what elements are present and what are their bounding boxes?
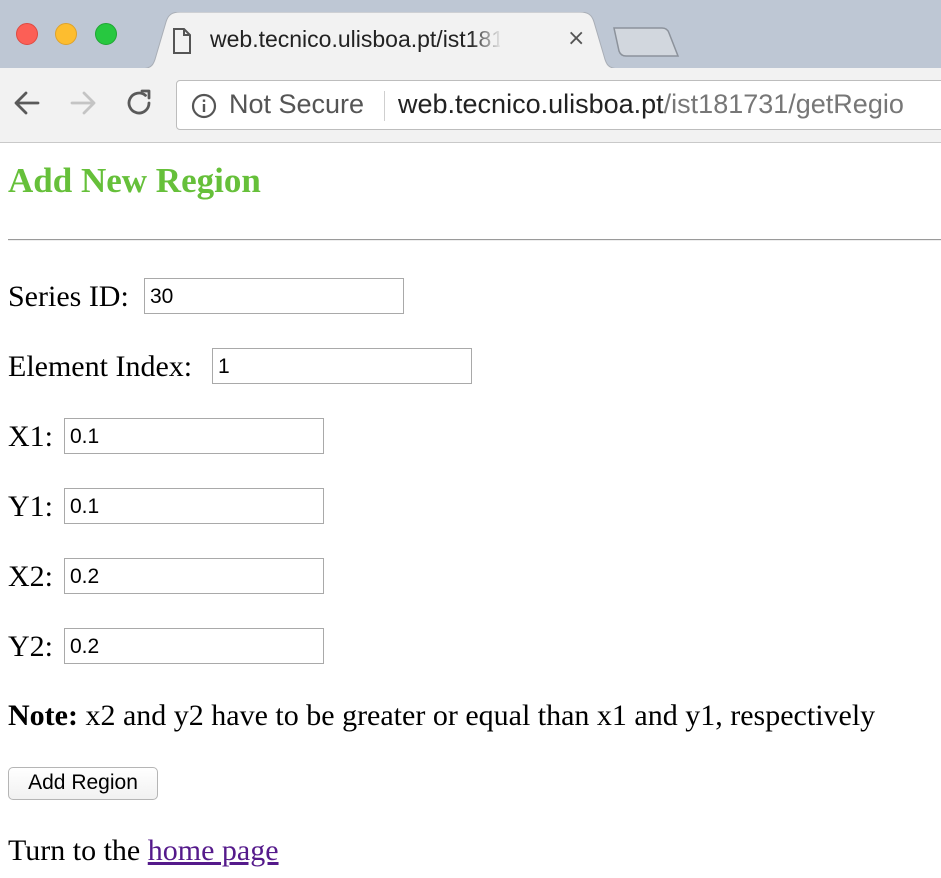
close-icon[interactable]: × — [567, 26, 585, 52]
divider — [8, 239, 941, 241]
browser-tab[interactable]: web.tecnico.ulisboa.pt/ist181731/getRegi… — [140, 12, 620, 69]
browser-toolbar: Not Secure web.tecnico.ulisboa.pt/ist181… — [0, 68, 941, 143]
info-icon[interactable] — [191, 93, 217, 119]
minimize-window-button[interactable] — [55, 23, 77, 45]
maximize-window-button[interactable] — [95, 23, 117, 45]
note-text: Note: x2 and y2 have to be greater or eq… — [8, 699, 875, 733]
page-title: Add New Region — [8, 161, 261, 200]
element-index-input[interactable] — [212, 348, 472, 384]
url-host: web.tecnico.ulisboa.pt — [398, 89, 664, 119]
note-label: Note: — [8, 699, 78, 732]
home-page-link[interactable]: home page — [148, 834, 279, 867]
x2-input[interactable] — [64, 558, 324, 594]
address-separator — [384, 91, 385, 121]
x2-label: X2: — [8, 560, 53, 593]
y1-input[interactable] — [64, 488, 324, 524]
forward-icon[interactable] — [68, 88, 98, 118]
security-status[interactable]: Not Secure — [229, 89, 364, 120]
back-icon[interactable] — [12, 88, 42, 118]
x1-label: X1: — [8, 420, 53, 453]
x1-input[interactable] — [64, 418, 324, 454]
page-content: Add New Region Series ID: Element Index:… — [0, 143, 941, 878]
footer-text: Turn to the home page — [8, 834, 279, 868]
series-id-input[interactable] — [144, 278, 404, 314]
y1-label: Y1: — [8, 490, 53, 523]
note-body: x2 and y2 have to be greater or equal th… — [77, 699, 876, 732]
add-region-button[interactable]: Add Region — [8, 767, 158, 800]
tab-title: web.tecnico.ulisboa.pt/ist181731/getRegi… — [210, 26, 500, 52]
series-id-label: Series ID: — [8, 280, 129, 313]
address-bar[interactable]: Not Secure web.tecnico.ulisboa.pt/ist181… — [176, 80, 941, 130]
y2-label: Y2: — [8, 630, 53, 663]
tab-title-fade — [470, 24, 502, 56]
tab-strip: web.tecnico.ulisboa.pt/ist181731/getRegi… — [0, 0, 941, 69]
url-text[interactable]: web.tecnico.ulisboa.pt/ist181731/getRegi… — [398, 89, 904, 120]
y2-input[interactable] — [64, 628, 324, 664]
footer-prefix: Turn to the — [8, 834, 148, 867]
element-index-label: Element Index: — [8, 350, 193, 383]
new-tab-button[interactable] — [612, 26, 680, 58]
reload-icon[interactable] — [124, 88, 154, 118]
document-icon — [172, 28, 192, 59]
url-path: /ist181731/getRegio — [663, 89, 904, 119]
close-window-button[interactable] — [16, 23, 38, 45]
